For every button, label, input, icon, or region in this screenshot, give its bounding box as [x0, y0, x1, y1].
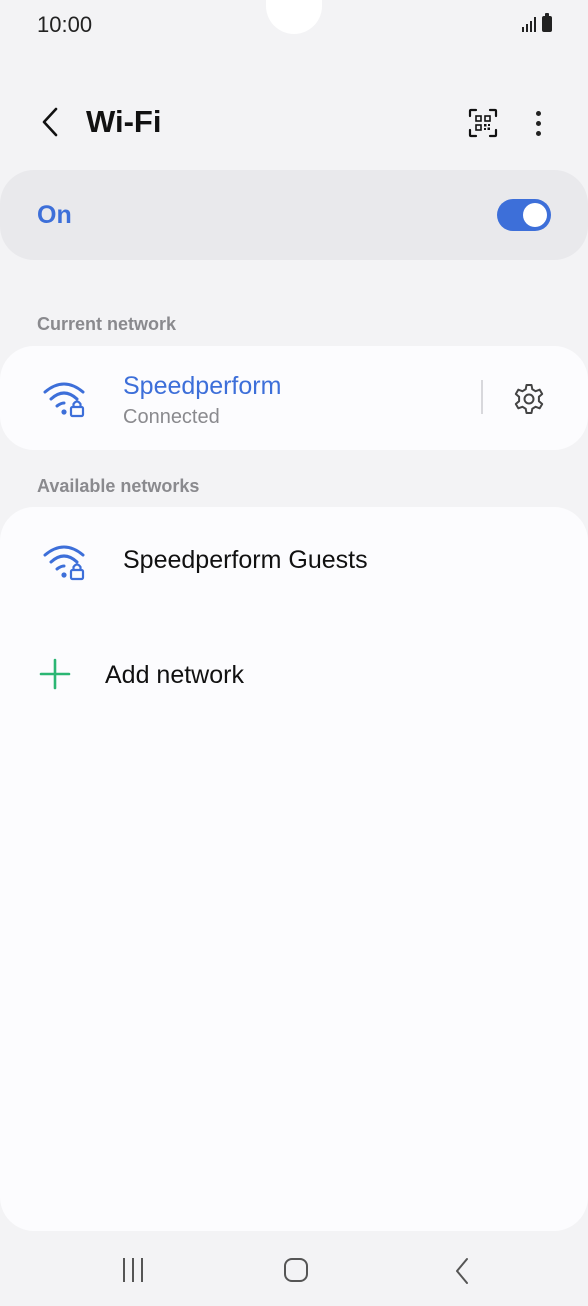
available-network-item[interactable]: Speedperform Guests: [0, 507, 588, 615]
current-network-item[interactable]: Speedperform Connected: [0, 346, 470, 450]
divider: [481, 380, 483, 414]
current-network-header: Current network: [37, 314, 177, 334]
back-arrow-icon: [42, 107, 58, 137]
navigation-bar: [0, 1236, 588, 1306]
recents-button[interactable]: [118, 1258, 148, 1284]
page-title: Wi-Fi: [86, 104, 162, 139]
master-switch-label: On: [37, 201, 72, 229]
home-button[interactable]: [284, 1258, 308, 1282]
available-networks-header: Available networks: [37, 476, 200, 496]
toggle-knob: [523, 203, 547, 227]
status-icons: [522, 13, 552, 32]
screen: 10:00 Wi-Fi On Current network Speedperf…: [0, 0, 588, 1306]
more-options-icon: [535, 110, 541, 116]
qr-code-button[interactable]: [466, 106, 500, 140]
status-time: 10:00: [37, 12, 93, 37]
app-header: Wi-Fi: [0, 90, 588, 154]
add-network-item[interactable]: Add network: [0, 615, 588, 719]
more-options-button[interactable]: [524, 104, 552, 142]
back-icon: [456, 1258, 468, 1284]
add-network-label: Add network: [105, 661, 244, 689]
back-button[interactable]: [32, 102, 68, 142]
camera-notch: [266, 0, 322, 34]
available-networks-card: Speedperform Guests Add network: [0, 507, 588, 1231]
current-network-name: Speedperform: [123, 372, 282, 400]
signal-icon: [522, 17, 536, 32]
plus-icon: [39, 658, 71, 690]
wifi-toggle[interactable]: [497, 199, 551, 231]
gear-icon: [514, 384, 544, 414]
wifi-lock-icon: [43, 382, 85, 418]
nav-back-button[interactable]: [448, 1256, 476, 1286]
wifi-master-switch-row[interactable]: On: [0, 170, 588, 260]
recents-icon: [123, 1258, 125, 1282]
available-network-name: Speedperform Guests: [123, 546, 368, 574]
current-network-status: Connected: [123, 406, 220, 428]
battery-icon: [542, 13, 552, 32]
network-settings-button[interactable]: [510, 380, 548, 418]
status-bar: 10:00: [0, 0, 588, 52]
qr-code-icon: [468, 108, 498, 138]
current-network-card: Speedperform Connected: [0, 346, 588, 450]
wifi-lock-icon: [43, 545, 85, 581]
